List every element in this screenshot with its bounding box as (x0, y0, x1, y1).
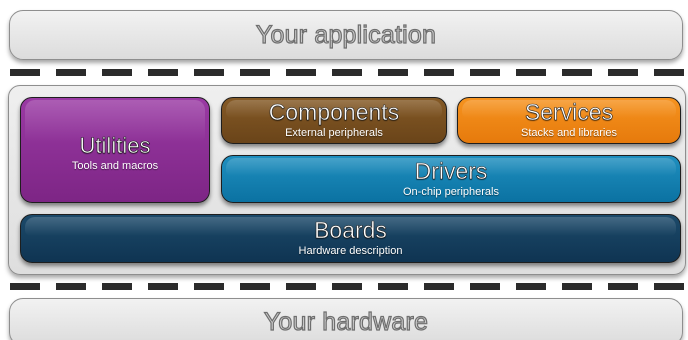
components-title: Components (268, 99, 400, 126)
drivers-subtitle: On-chip peripherals (403, 185, 499, 198)
application-layer-label: Your application (255, 20, 437, 49)
architecture-diagram: Your application Utilities Tools and mac… (0, 0, 688, 340)
boards-title: Boards (314, 217, 387, 244)
utilities-title: Utilities (79, 133, 151, 158)
application-layer: Your application (9, 10, 683, 60)
services-block: Services Stacks and libraries (457, 97, 681, 144)
services-subtitle: Stacks and libraries (521, 127, 617, 140)
components-subtitle: External peripherals (285, 127, 383, 140)
utilities-block: Utilities Tools and macros (20, 97, 210, 203)
hardware-layer-label: Your hardware (263, 307, 429, 336)
bottom-dashed-separator (0, 283, 688, 290)
services-title: Services (524, 99, 614, 126)
drivers-title: Drivers (414, 157, 488, 184)
top-dashed-separator (0, 69, 688, 76)
components-block: Components External peripherals (221, 97, 447, 144)
boards-block: Boards Hardware description (20, 214, 681, 263)
drivers-block: Drivers On-chip peripherals (221, 155, 681, 203)
boards-subtitle: Hardware description (298, 245, 403, 258)
hardware-layer: Your hardware (9, 298, 683, 340)
utilities-subtitle: Tools and macros (71, 160, 159, 172)
